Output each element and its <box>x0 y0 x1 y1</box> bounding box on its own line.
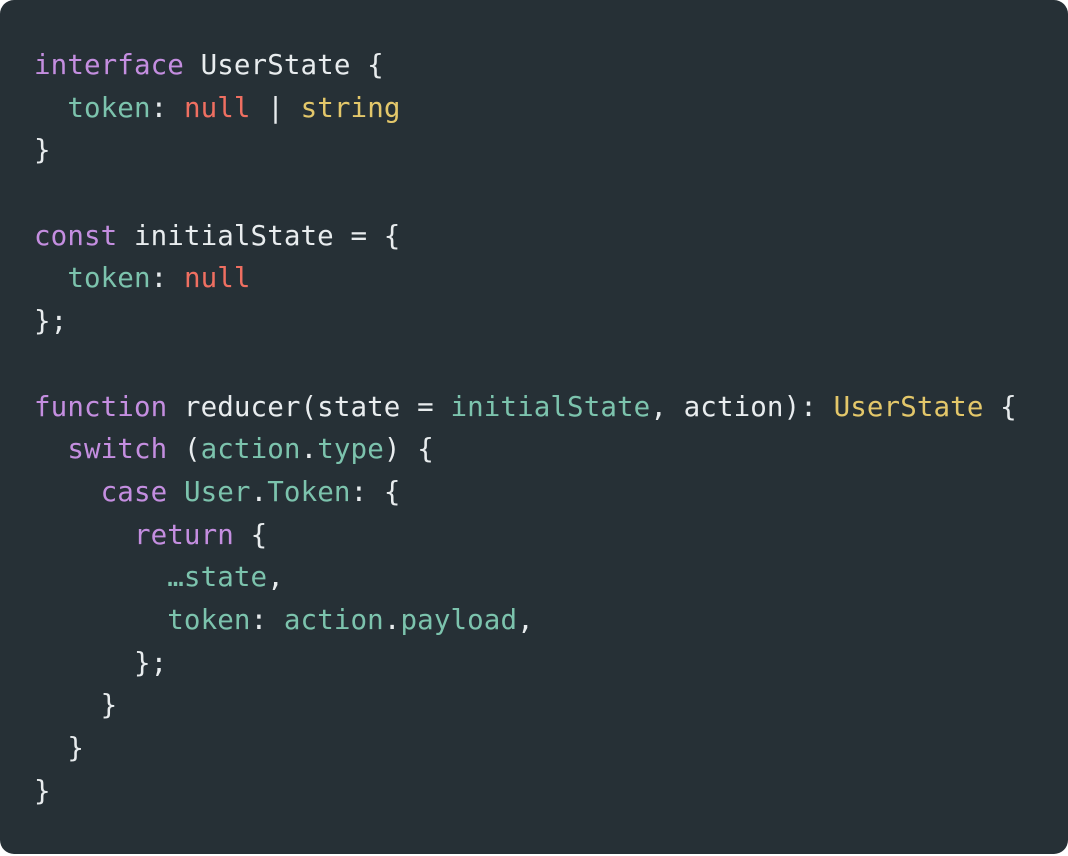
code-token-prop: action <box>283 603 384 636</box>
code-token-plain: : <box>250 603 284 636</box>
code-line: interface UserState { <box>34 44 1068 87</box>
code-line: function reducer(state = initialState, a… <box>34 386 1068 429</box>
code-token-plain: } <box>34 689 118 722</box>
code-line: token: null | string <box>34 87 1068 130</box>
code-line: } <box>34 770 1068 813</box>
code-token-kw: switch <box>67 433 168 466</box>
code-token-plain: { <box>983 390 1017 423</box>
code-token-prop: type <box>317 433 384 466</box>
code-line: } <box>34 684 1068 727</box>
code-token-prop: token <box>67 262 151 295</box>
code-token-plain: , <box>267 561 284 594</box>
code-token-plain: }; <box>34 305 68 338</box>
code-token-prop: initialState <box>450 390 651 423</box>
code-line: switch (action.type) { <box>34 428 1068 471</box>
code-token-type: string <box>300 91 401 124</box>
code-line: }; <box>34 300 1068 343</box>
code-snippet-card: interface UserState { token: null | stri… <box>0 0 1068 854</box>
code-token-plain: , <box>517 603 534 636</box>
code-line: …state, <box>34 556 1068 599</box>
code-token-plain: . <box>250 475 268 508</box>
code-token-plain: : { <box>350 475 401 508</box>
code-token-prop: …state <box>167 561 268 594</box>
code-token-plain: } <box>34 774 51 807</box>
code-token-plain: ( <box>167 433 201 466</box>
code-token-plain: reducer(state = <box>167 390 451 423</box>
code-line: token: null <box>34 257 1068 300</box>
code-token-null: null <box>183 262 251 295</box>
code-token-kw: interface <box>34 49 184 81</box>
code-token-plain: : <box>150 91 184 124</box>
code-token-plain: }; <box>34 646 168 679</box>
code-line: }; <box>34 642 1068 685</box>
code-token-plain: { <box>233 518 268 551</box>
code-token-plain: ) { <box>383 433 434 466</box>
code-token-prop: payload <box>400 603 518 636</box>
code-token-prop: token <box>167 603 251 636</box>
code-token-plain: } <box>34 732 84 764</box>
code-line: const initialState = { <box>34 215 1068 258</box>
code-token-kw: function <box>34 390 168 423</box>
code-line: case User.Token: { <box>34 471 1068 514</box>
code-token-prop: action <box>200 433 301 466</box>
code-token-plain: UserState { <box>183 49 384 81</box>
code-token-plain: : <box>150 262 184 295</box>
code-token-plain: . <box>383 603 401 636</box>
code-token-prop: token <box>67 91 151 124</box>
code-line: token: action.payload, <box>34 599 1068 642</box>
code-line: } <box>34 129 1068 172</box>
code-token-plain: initialState = { <box>117 219 401 252</box>
code-token-prop: User <box>183 475 251 508</box>
code-token-type: UserState <box>833 390 984 423</box>
code-token-null: null <box>183 91 251 124</box>
code-token-kw: case <box>100 475 168 508</box>
code-token-kw: return <box>133 518 234 551</box>
code-token-plain: . <box>300 433 318 466</box>
code-token-plain: } <box>34 134 51 167</box>
code-token-plain: , action): <box>650 390 834 423</box>
code-token-plain: | <box>250 91 301 124</box>
code-block: interface UserState { token: null | stri… <box>34 44 1068 812</box>
code-token-kw: const <box>34 219 118 252</box>
code-token-prop: Token <box>267 475 351 508</box>
code-line: } <box>34 727 1068 770</box>
code-line: return { <box>34 514 1068 557</box>
